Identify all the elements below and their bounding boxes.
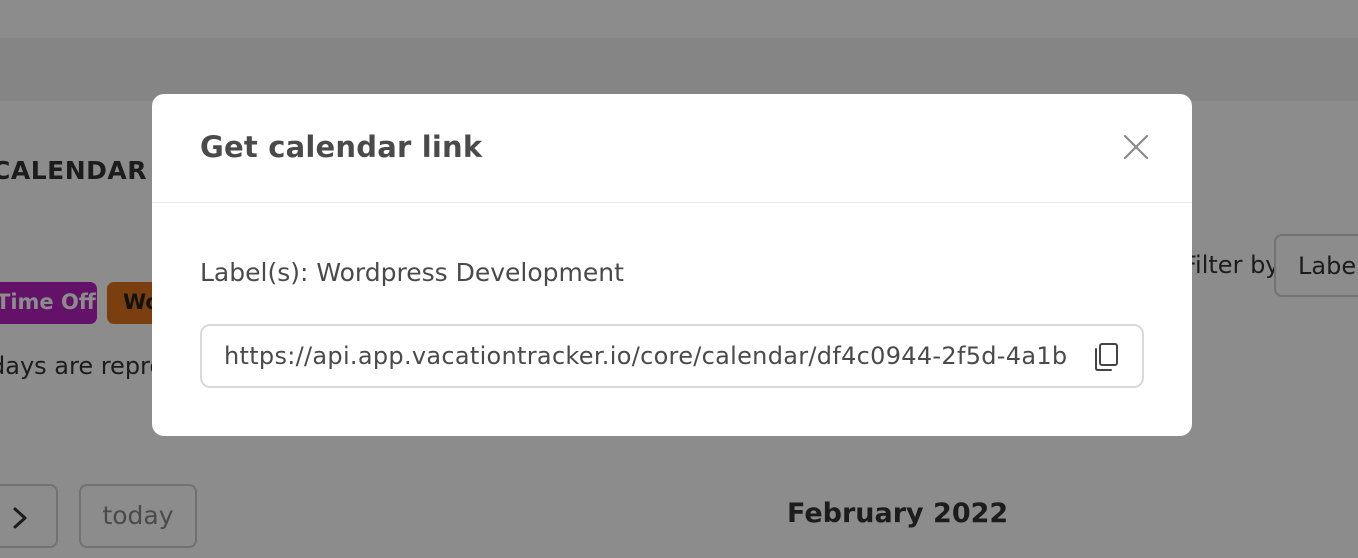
calendar-link-field[interactable] xyxy=(200,324,1144,388)
calendar-link-modal: Get calendar link Label(s): Wordpress De… xyxy=(152,94,1192,436)
copy-button[interactable] xyxy=(1092,342,1120,372)
calendar-link-input[interactable] xyxy=(224,326,1086,386)
close-icon xyxy=(1123,134,1149,160)
modal-title: Get calendar link xyxy=(200,130,483,164)
labels-text: Label(s): Wordpress Development xyxy=(200,258,624,287)
copy-icon xyxy=(1095,343,1118,371)
modal-header: Get calendar link xyxy=(152,94,1192,203)
close-button[interactable] xyxy=(1120,131,1152,163)
